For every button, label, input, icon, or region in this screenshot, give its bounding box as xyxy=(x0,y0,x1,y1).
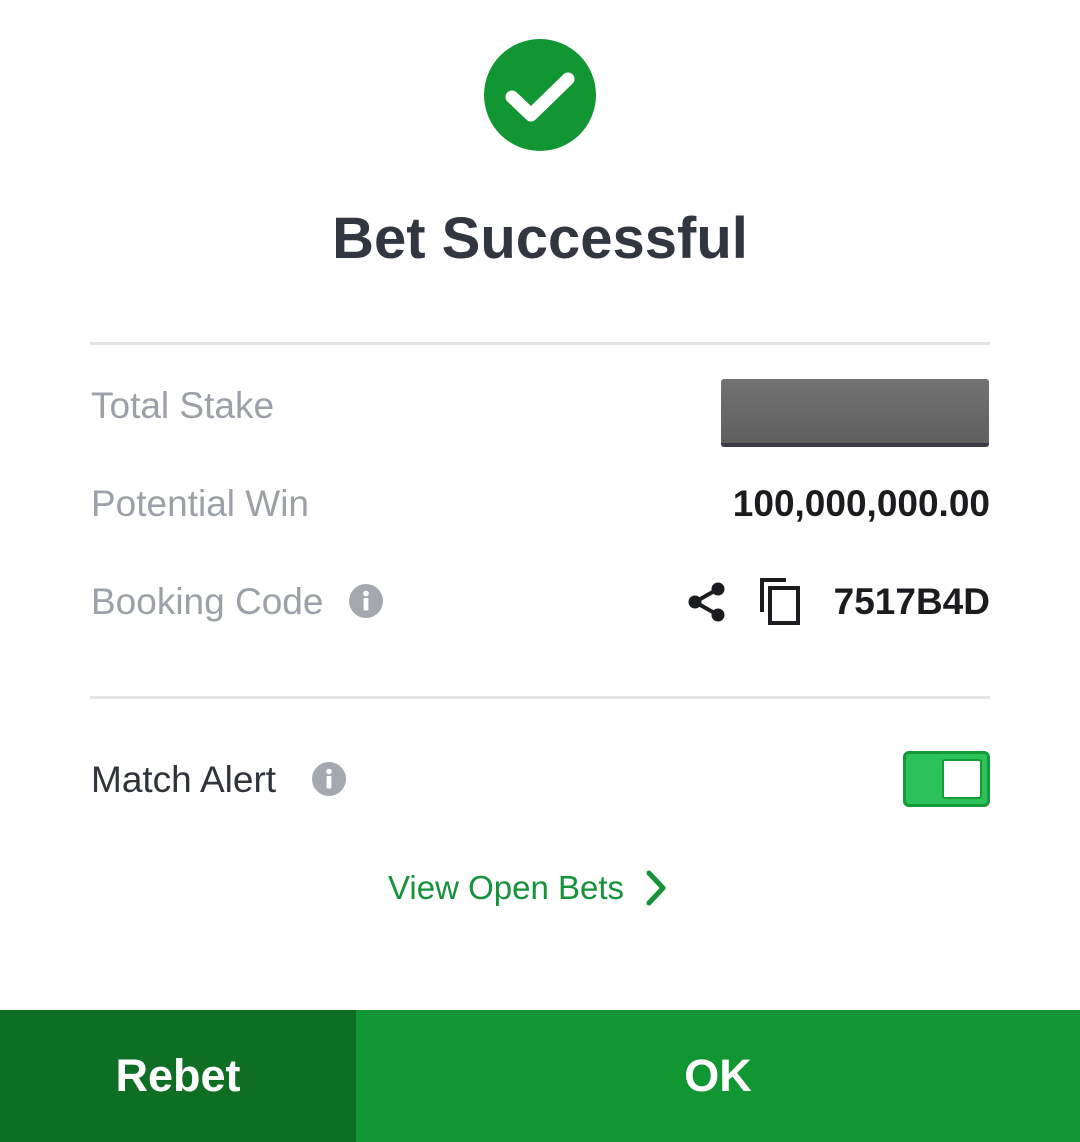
view-open-bets-label: View Open Bets xyxy=(388,869,625,906)
rebet-button[interactable]: Rebet xyxy=(0,1010,356,1142)
match-alert-toggle[interactable] xyxy=(903,751,990,807)
rebet-button-label: Rebet xyxy=(115,1050,241,1101)
booking-code-info-icon[interactable] xyxy=(349,584,383,618)
toggle-knob xyxy=(942,759,982,799)
total-stake-value-redacted xyxy=(721,379,989,447)
view-open-bets-link[interactable]: View Open Bets xyxy=(388,866,666,910)
ok-button[interactable]: OK xyxy=(356,1010,1080,1142)
share-icon[interactable] xyxy=(686,581,728,623)
potential-win-label: Potential Win xyxy=(91,483,309,524)
chevron-right-icon xyxy=(646,870,666,906)
divider-middle xyxy=(90,696,990,699)
booking-code-value: 7517B4D xyxy=(833,581,990,622)
copy-icon[interactable] xyxy=(758,576,802,626)
total-stake-label: Total Stake xyxy=(91,385,275,426)
booking-code-label: Booking Code xyxy=(91,581,324,622)
divider-top xyxy=(90,342,990,345)
ok-button-label: OK xyxy=(684,1050,752,1101)
potential-win-value: 100,000,000.00 xyxy=(732,483,990,524)
check-circle-icon xyxy=(484,39,596,151)
match-alert-info-icon[interactable] xyxy=(312,762,346,796)
match-alert-label: Match Alert xyxy=(91,759,277,800)
page-title: Bet Successful xyxy=(332,206,748,271)
